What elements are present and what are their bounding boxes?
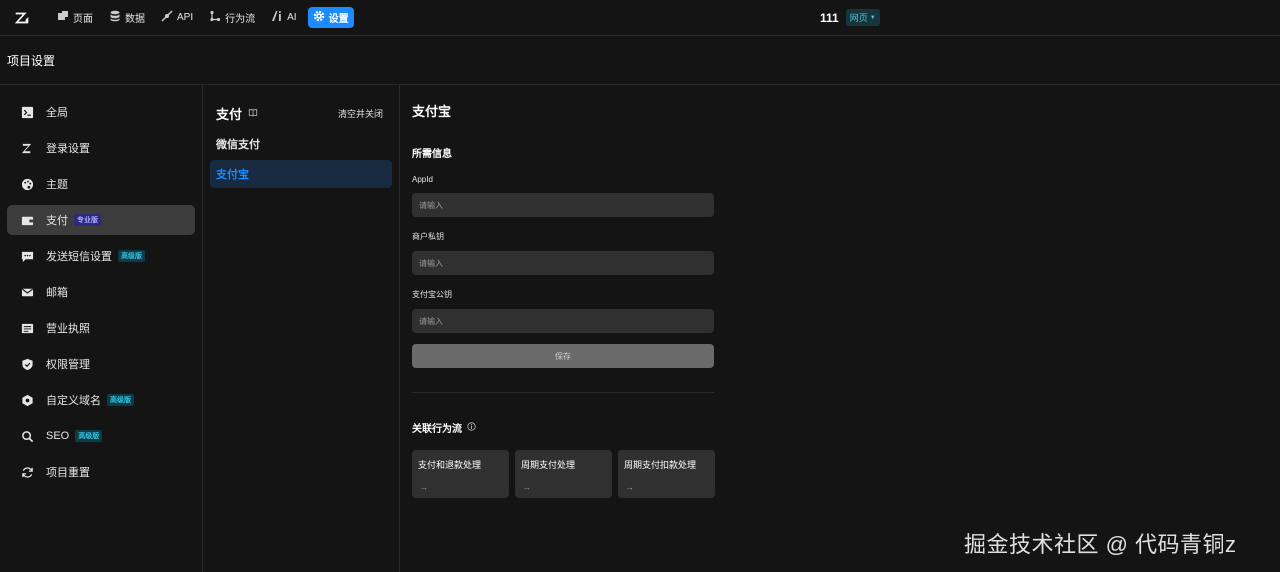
sidebar-item-payment[interactable]: 支付 专业版 (7, 205, 195, 235)
sidebar-item-login[interactable]: 登录设置 (7, 133, 195, 163)
info-icon[interactable] (467, 421, 476, 434)
payment-methods-title: 支付 (216, 104, 258, 123)
payment-icon (20, 213, 34, 227)
api-icon (161, 10, 173, 25)
flow-card-recurring-deduction[interactable]: 周期支付扣款处理 → (618, 450, 715, 498)
sidebar-item-label: 营业执照 (46, 323, 90, 335)
top-bar: 页面 数据 API 行为流 AI 设置 111 网页 ▼ (0, 0, 1280, 36)
settings-sidebar: 全局 登录设置 主题 支付 专业版 发送短信设置 高级版 邮箱 营业执照 权限管… (0, 85, 203, 572)
advanced-badge: 高级版 (107, 394, 134, 406)
book-icon[interactable] (248, 106, 258, 121)
payment-title-text: 支付 (216, 106, 243, 122)
gear-icon (313, 10, 325, 25)
flow-card-payment-refund[interactable]: 支付和退款处理 → (412, 450, 509, 498)
payment-method-alipay[interactable]: 支付宝 (210, 160, 392, 188)
appid-input[interactable] (412, 193, 714, 217)
nav-flow[interactable]: 行为流 (204, 7, 260, 28)
sidebar-item-label: 发送短信设置 (46, 251, 112, 263)
sidebar-item-label: 主题 (46, 179, 68, 191)
license-icon (20, 321, 34, 335)
sidebar-item-seo[interactable]: SEO 高级版 (7, 421, 195, 451)
sidebar-item-domain[interactable]: 自定义域名 高级版 (7, 385, 195, 415)
main-nav: 页面 数据 API 行为流 AI 设置 (52, 7, 354, 28)
project-type-label: 网页 (849, 13, 868, 23)
flow-card-title: 周期支付处理 (521, 460, 576, 470)
nav-data[interactable]: 数据 (104, 7, 150, 28)
page-header: 项目设置 (0, 37, 1280, 85)
nav-settings[interactable]: 设置 (307, 7, 354, 28)
alipay-settings-panel: 支付宝 所需信息 AppId 商户私钥 支付宝公钥 保存 关联行为流 支付和退款… (400, 85, 1280, 572)
divider (412, 392, 714, 393)
sidebar-item-license[interactable]: 营业执照 (7, 313, 195, 343)
sidebar-item-label: 自定义域名 (46, 395, 101, 407)
arrow-right-icon: → (522, 482, 531, 492)
payment-methods-header: 支付 清空并关闭 (203, 85, 399, 125)
sidebar-item-label: 邮箱 (46, 287, 68, 299)
alipay-public-key-label: 支付宝公钥 (412, 290, 452, 299)
payment-method-wechat[interactable]: 微信支付 (210, 130, 392, 158)
flow-card-title: 支付和退款处理 (418, 460, 482, 470)
nav-page-label: 页面 (73, 14, 93, 25)
domain-icon (20, 393, 34, 407)
app-logo-icon[interactable] (10, 6, 34, 30)
search-icon (20, 429, 34, 443)
project-type-badge[interactable]: 网页 ▼ (845, 9, 880, 26)
merchant-private-key-input[interactable] (412, 251, 714, 275)
appid-label: AppId (412, 175, 433, 184)
flow-cards: 支付和退款处理 → 周期支付处理 → 周期支付扣款处理 → (412, 450, 1280, 498)
flow-icon (209, 10, 221, 25)
nav-settings-label: 设置 (328, 14, 349, 25)
required-info-heading: 所需信息 (412, 149, 452, 160)
sidebar-item-label: 登录设置 (46, 143, 90, 155)
login-logo-icon (20, 141, 34, 155)
sidebar-item-permissions[interactable]: 权限管理 (7, 349, 195, 379)
alipay-public-key-input[interactable] (412, 309, 714, 333)
sidebar-item-mail[interactable]: 邮箱 (7, 277, 195, 307)
database-icon (109, 10, 121, 25)
clear-and-close-button[interactable]: 清空并关闭 (338, 107, 383, 120)
project-name: 111 (820, 10, 839, 25)
flow-card-title: 周期支付扣款处理 (624, 460, 697, 470)
nav-data-label: 数据 (125, 14, 145, 25)
sidebar-item-reset[interactable]: 项目重置 (7, 457, 195, 487)
flow-card-recurring-payment[interactable]: 周期支付处理 → (515, 450, 612, 498)
palette-icon (20, 177, 34, 191)
pro-badge: 专业版 (74, 214, 101, 226)
nav-ai[interactable]: AI (266, 7, 301, 28)
sidebar-item-sms[interactable]: 发送短信设置 高级版 (7, 241, 195, 271)
sidebar-item-label: 支付 (46, 215, 68, 227)
mail-icon (20, 285, 34, 299)
page-title: 项目设置 (7, 54, 56, 68)
merchant-private-key-label: 商户私钥 (412, 232, 444, 241)
arrow-right-icon: → (419, 482, 428, 492)
reset-icon (20, 465, 34, 479)
sidebar-item-label: 全局 (46, 107, 68, 119)
watermark: 掘金技术社区 @ 代码青铜z (964, 532, 1237, 557)
shield-icon (20, 357, 34, 371)
ai-icon (271, 10, 283, 25)
panel-title: 支付宝 (412, 104, 452, 119)
sidebar-item-label: SEO (46, 430, 70, 442)
related-flows-title: 关联行为流 (412, 424, 462, 435)
sidebar-item-label: 项目重置 (46, 467, 90, 479)
nav-flow-label: 行为流 (225, 14, 256, 25)
nav-page[interactable]: 页面 (52, 7, 98, 28)
chevron-down-icon: ▼ (869, 14, 876, 21)
terminal-icon (20, 105, 34, 119)
advanced-badge: 高级版 (118, 250, 145, 262)
project-switcher[interactable]: 111 网页 ▼ (820, 9, 880, 26)
sidebar-item-global[interactable]: 全局 (7, 97, 195, 127)
page-icon (57, 10, 69, 25)
message-icon (20, 249, 34, 263)
nav-api-label: API (177, 12, 194, 23)
nav-api[interactable]: API (156, 7, 198, 28)
save-button[interactable]: 保存 (412, 344, 714, 368)
arrow-right-icon: → (625, 482, 634, 492)
sidebar-item-label: 权限管理 (46, 359, 90, 371)
payment-methods-panel: 支付 清空并关闭 微信支付 支付宝 (203, 85, 400, 572)
sidebar-item-theme[interactable]: 主题 (7, 169, 195, 199)
related-flows-heading: 关联行为流 (412, 420, 1280, 435)
nav-ai-label: AI (287, 12, 297, 23)
advanced-badge: 高级版 (75, 430, 103, 442)
